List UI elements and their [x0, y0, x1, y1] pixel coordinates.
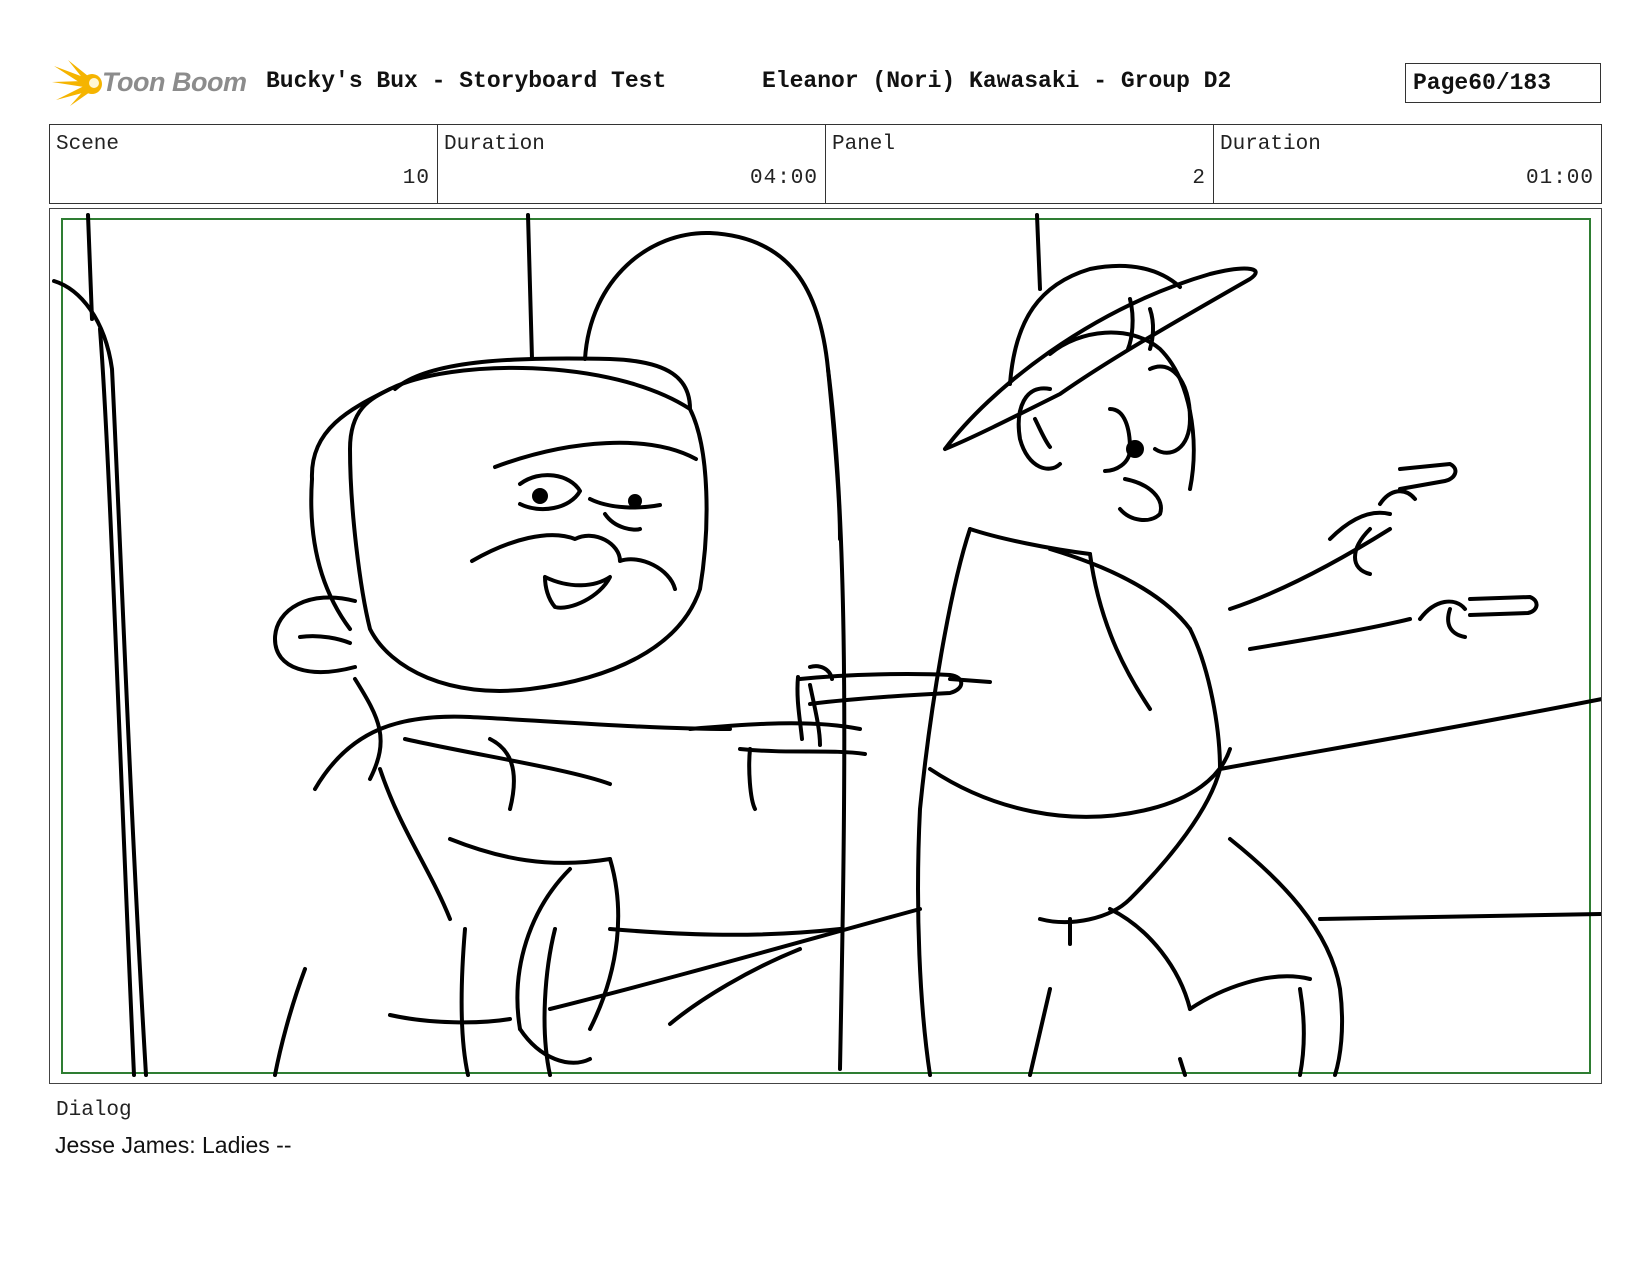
- panel-cell: Panel 2: [826, 125, 1214, 203]
- toon-boom-logo: Toon Boom: [52, 56, 247, 108]
- scene-info-table: Scene 10 Duration 04:00 Panel 2 Duration…: [49, 124, 1602, 204]
- page-indicator: Page 60/183: [1405, 63, 1601, 103]
- scene-duration-cell: Duration 04:00: [438, 125, 826, 203]
- scene-duration-value: 04:00: [749, 167, 818, 190]
- panel-duration-label: Duration: [1220, 133, 1321, 156]
- panel-label: Panel: [832, 133, 896, 156]
- logo-text: Toon Boom: [102, 66, 247, 97]
- page-header: Toon Boom Bucky's Bux - Storyboard Test …: [52, 56, 1604, 108]
- starburst-logo-icon: [52, 60, 102, 106]
- scene-cell: Scene 10: [50, 125, 438, 203]
- scene-label: Scene: [56, 133, 120, 156]
- storyboard-panel: [49, 208, 1602, 1084]
- dialog-label: Dialog: [56, 1099, 132, 1122]
- panel-duration-cell: Duration 01:00: [1214, 125, 1601, 203]
- author-group: Eleanor (Nori) Kawasaki - Group D2: [762, 68, 1232, 94]
- panel-value: 2: [1192, 167, 1206, 190]
- storyboard-sketch-image: [52, 213, 1601, 1077]
- panel-duration-value: 01:00: [1525, 167, 1594, 190]
- dialog-text: Jesse James: Ladies --: [55, 1132, 292, 1158]
- scene-duration-label: Duration: [444, 133, 545, 156]
- project-title: Bucky's Bux - Storyboard Test: [266, 68, 667, 94]
- page-label: Page: [1413, 70, 1469, 96]
- scene-value: 10: [402, 167, 430, 190]
- page-number: 60/183: [1468, 70, 1552, 96]
